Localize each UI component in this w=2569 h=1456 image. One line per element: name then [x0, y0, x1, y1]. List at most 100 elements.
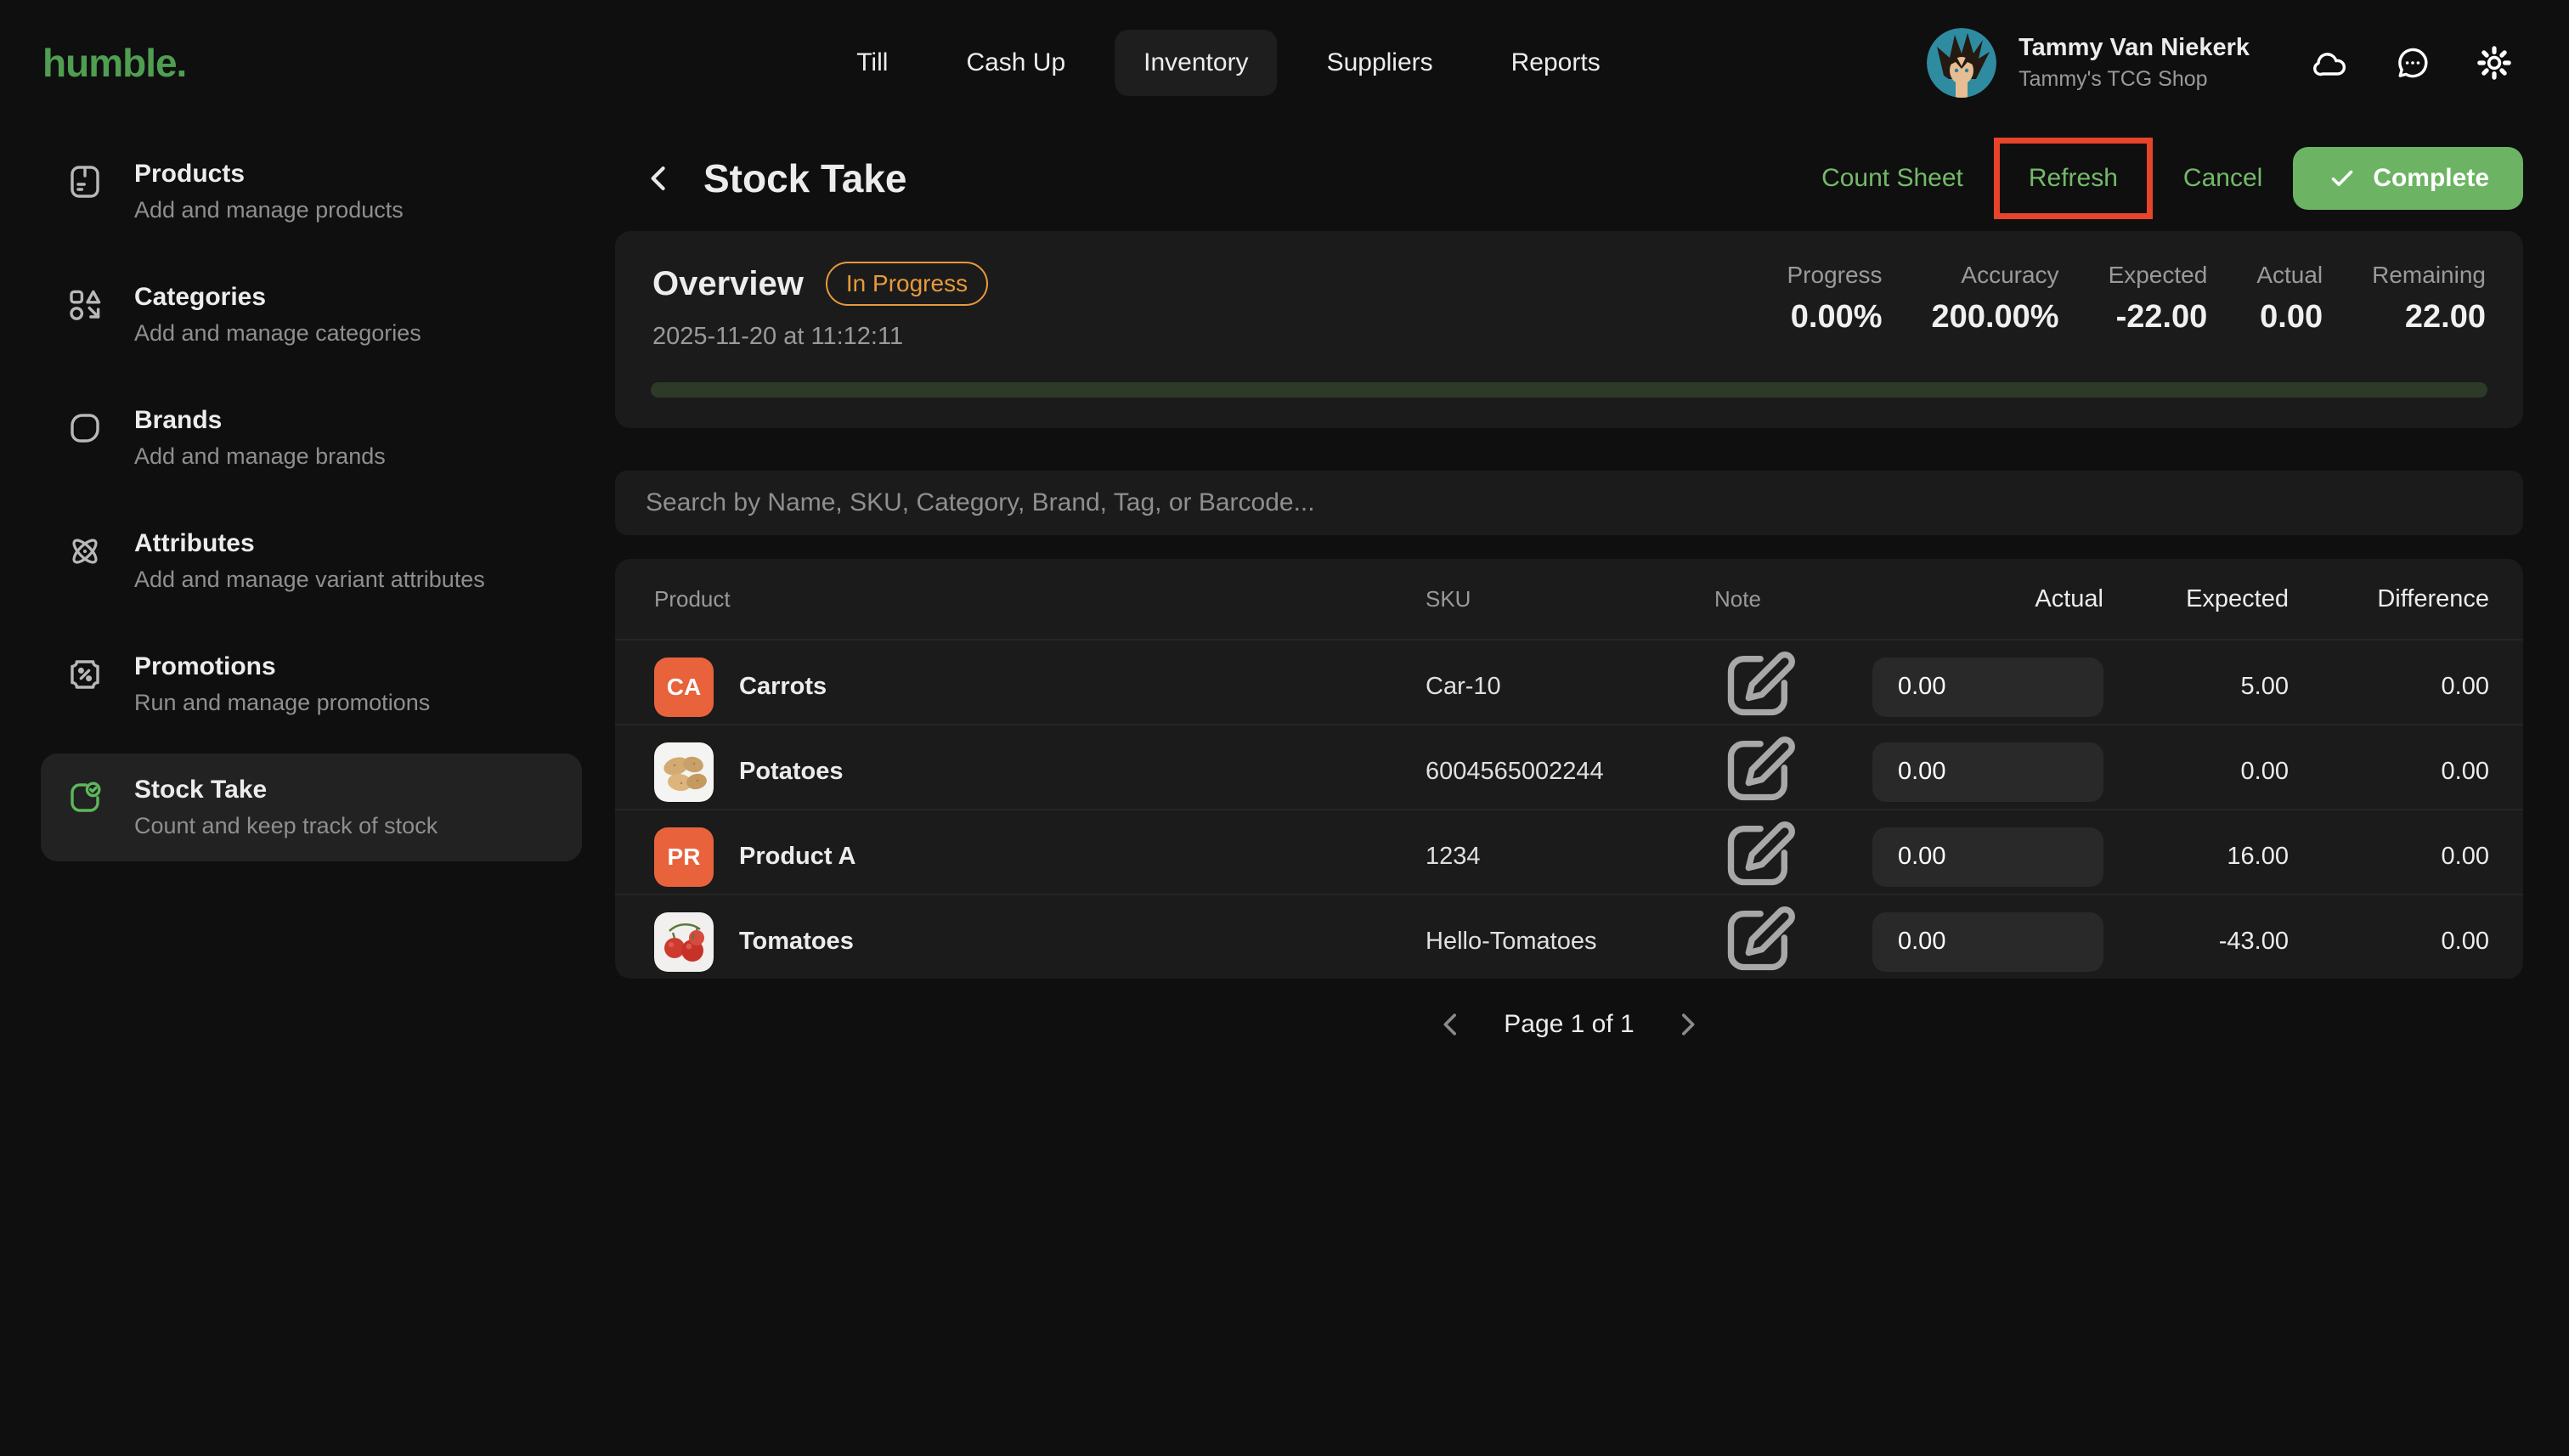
sidebar-item-title: Promotions: [134, 652, 430, 681]
stat-value: -22.00: [2109, 299, 2208, 336]
page-title: Stock Take: [703, 155, 906, 201]
search-input[interactable]: [615, 471, 2523, 535]
count-sheet-button[interactable]: Count Sheet: [1821, 164, 1963, 193]
product-cell: Potatoes: [615, 742, 1386, 802]
note-edit-icon[interactable]: [1714, 973, 1803, 979]
column-header-expected: Expected: [2160, 585, 2346, 613]
sidebar-item-subtitle: Run and manage promotions: [134, 690, 430, 716]
sidebar-item-stock-take[interactable]: Stock Take Count and keep track of stock: [41, 753, 582, 861]
sidebar-item-title: Stock Take: [134, 776, 438, 804]
tab-inventory[interactable]: Inventory: [1115, 30, 1277, 96]
sidebar-item-categories[interactable]: Categories Add and manage categories: [41, 261, 582, 369]
column-header-actual: Actual: [1803, 585, 2160, 613]
sidebar-item-text: Attributes Add and manage variant attrib…: [134, 529, 485, 593]
note-cell: [1675, 895, 1803, 979]
top-bar: humble. Till Cash Up Inventory Suppliers…: [0, 0, 2569, 126]
cancel-button[interactable]: Cancel: [2183, 164, 2262, 193]
stat-progress: Progress 0.00%: [1787, 262, 1883, 336]
sidebar-item-subtitle: Add and manage products: [134, 197, 404, 223]
sidebar-item-title: Products: [134, 160, 404, 189]
user-text: Tammy Van Niekerk Tammy's TCG Shop: [2019, 34, 2250, 92]
sku-value: 1234: [1386, 843, 1675, 871]
overview-card: Overview In Progress 2025-11-20 at 11:12…: [615, 231, 2523, 428]
sidebar-item-products[interactable]: Products Add and manage products: [41, 138, 582, 245]
complete-button[interactable]: Complete: [2293, 147, 2523, 210]
status-badge: In Progress: [826, 262, 988, 306]
sidebar-item-subtitle: Count and keep track of stock: [134, 813, 438, 839]
sku-value: Car-10: [1386, 673, 1675, 701]
cloud-sync-icon[interactable]: [2311, 42, 2352, 83]
tab-cash-up[interactable]: Cash Up: [937, 30, 1094, 96]
difference-value: 0.00: [2346, 843, 2523, 871]
actual-count-input[interactable]: [1872, 912, 2103, 972]
brands-icon: [65, 408, 105, 449]
stat-value: 200.00%: [1932, 299, 2059, 336]
actual-count-input[interactable]: [1872, 657, 2103, 717]
next-page-icon[interactable]: [1670, 1007, 1704, 1041]
user-info[interactable]: Tammy Van Niekerk Tammy's TCG Shop: [1927, 28, 2250, 98]
stat-remaining: Remaining 22.00: [2372, 262, 2486, 336]
sidebar-item-text: Promotions Run and manage promotions: [134, 652, 430, 716]
attributes-icon: [65, 531, 105, 572]
stock-take-table: Product SKU Note Actual Expected Differe…: [615, 559, 2523, 979]
complete-button-label: Complete: [2373, 164, 2489, 193]
page-indicator: Page 1 of 1: [1504, 1010, 1634, 1039]
sidebar-item-subtitle: Add and manage variant attributes: [134, 567, 485, 593]
expected-value: 5.00: [2160, 673, 2346, 701]
previous-page-icon[interactable]: [1434, 1007, 1468, 1041]
actual-cell: [1803, 742, 2160, 802]
actual-count-input[interactable]: [1872, 827, 2103, 887]
table-header-row: Product SKU Note Actual Expected Differe…: [615, 559, 2523, 639]
tab-suppliers[interactable]: Suppliers: [1298, 30, 1462, 96]
settings-gear-icon[interactable]: [2474, 42, 2515, 83]
product-cell: PR Product A: [615, 827, 1386, 887]
note-cell: [1675, 810, 1803, 903]
main-content: Stock Take Count Sheet Refresh Cancel Co…: [615, 126, 2523, 1052]
actual-count-input[interactable]: [1872, 742, 2103, 802]
sidebar-item-promotions[interactable]: Promotions Run and manage promotions: [41, 630, 582, 738]
product-image-tomatoes: [654, 912, 714, 972]
product-name: Potatoes: [739, 758, 843, 786]
product-name: Product A: [739, 843, 855, 871]
difference-value: 0.00: [2346, 673, 2523, 701]
column-header-product: Product: [615, 586, 1386, 612]
stat-expected: Expected -22.00: [2109, 262, 2208, 336]
back-chevron-icon[interactable]: [641, 160, 678, 197]
user-name: Tammy Van Niekerk: [2019, 34, 2250, 62]
actual-cell: [1803, 657, 2160, 717]
pagination: Page 1 of 1: [615, 997, 2523, 1052]
tab-reports[interactable]: Reports: [1482, 30, 1629, 96]
stat-label: Remaining: [2372, 262, 2486, 289]
refresh-button[interactable]: Refresh: [2029, 164, 2118, 192]
sidebar-item-text: Categories Add and manage categories: [134, 283, 421, 347]
table-row-tomatoes: Tomatoes Hello-Tomatoes -43.00 0.00: [615, 894, 2523, 979]
stat-label: Actual: [2256, 262, 2323, 289]
header-actions: Count Sheet Refresh Cancel Complete: [1821, 138, 2523, 219]
note-cell: [1675, 641, 1803, 733]
actual-cell: [1803, 912, 2160, 972]
sku-value: Hello-Tomatoes: [1386, 928, 1675, 956]
product-image-potatoes: [654, 742, 714, 802]
product-cell: CA Carrots: [615, 657, 1386, 717]
main-nav: Till Cash Up Inventory Suppliers Reports: [827, 0, 1629, 126]
refresh-highlight-box: Refresh: [1994, 138, 2153, 219]
check-icon: [2327, 163, 2357, 194]
overview-stats: Progress 0.00% Accuracy 200.00% Expected…: [1787, 262, 2487, 336]
search-bar: [615, 471, 2523, 535]
sidebar-item-subtitle: Add and manage categories: [134, 320, 421, 347]
stat-value: 0.00: [2256, 299, 2323, 336]
user-org: Tammy's TCG Shop: [2019, 67, 2250, 92]
sidebar-item-title: Brands: [134, 406, 386, 435]
sidebar-item-brands[interactable]: Brands Add and manage brands: [41, 384, 582, 492]
sidebar-item-title: Categories: [134, 283, 421, 312]
sidebar-item-attributes[interactable]: Attributes Add and manage variant attrib…: [41, 507, 582, 615]
chat-icon[interactable]: [2392, 42, 2433, 83]
table-row-potatoes: Potatoes 6004565002244 0.00 0.00: [615, 724, 2523, 809]
user-avatar[interactable]: [1927, 28, 1996, 98]
promotions-icon: [65, 654, 105, 695]
app-root: humble. Till Cash Up Inventory Suppliers…: [0, 0, 2569, 1456]
top-right-cluster: Tammy Van Niekerk Tammy's TCG Shop: [1927, 28, 2515, 98]
categories-icon: [65, 285, 105, 325]
tab-till[interactable]: Till: [827, 30, 917, 96]
difference-value: 0.00: [2346, 928, 2523, 956]
